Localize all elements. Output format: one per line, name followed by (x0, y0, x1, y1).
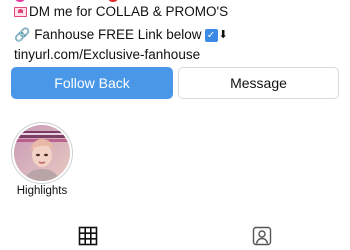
tab-tagged[interactable] (252, 226, 272, 246)
follow-back-button[interactable]: Follow Back (11, 67, 173, 99)
bio-cutoff-line (14, 0, 122, 6)
bio-fanhouse-line: 🔗 Fanhouse FREE Link below ✓ ⬇ (14, 25, 344, 45)
highlight-label: Highlights (16, 185, 68, 197)
tagged-person-icon (252, 226, 272, 246)
profile-page: DM me for COLLAB & PROMO'S 🔗 Fanhouse FR… (0, 0, 350, 250)
profile-bio: DM me for COLLAB & PROMO'S 🔗 Fanhouse FR… (14, 0, 344, 65)
highlight-thumbnail (14, 125, 70, 181)
emoji-partial-icon (107, 0, 119, 2)
tab-posts[interactable] (78, 226, 98, 246)
bio-fanhouse-text: Fanhouse FREE Link below (34, 27, 202, 42)
profile-tab-bar (0, 222, 350, 250)
emoji-partial-icon (14, 0, 26, 2)
message-button[interactable]: Message (178, 67, 339, 99)
highlight-circle[interactable] (11, 122, 73, 184)
bio-link[interactable]: tinyurl.com/Exclusive-fanhouse (14, 45, 200, 65)
love-letter-icon (14, 7, 27, 17)
down-arrow-icon: ⬇ (218, 29, 228, 41)
bio-link-line[interactable]: tinyurl.com/Exclusive-fanhouse (14, 45, 344, 65)
link-icon: 🔗 (14, 27, 31, 42)
grid-icon (78, 226, 98, 246)
highlight-cover-image (14, 125, 70, 181)
check-mark-button-icon: ✓ (204, 28, 218, 42)
